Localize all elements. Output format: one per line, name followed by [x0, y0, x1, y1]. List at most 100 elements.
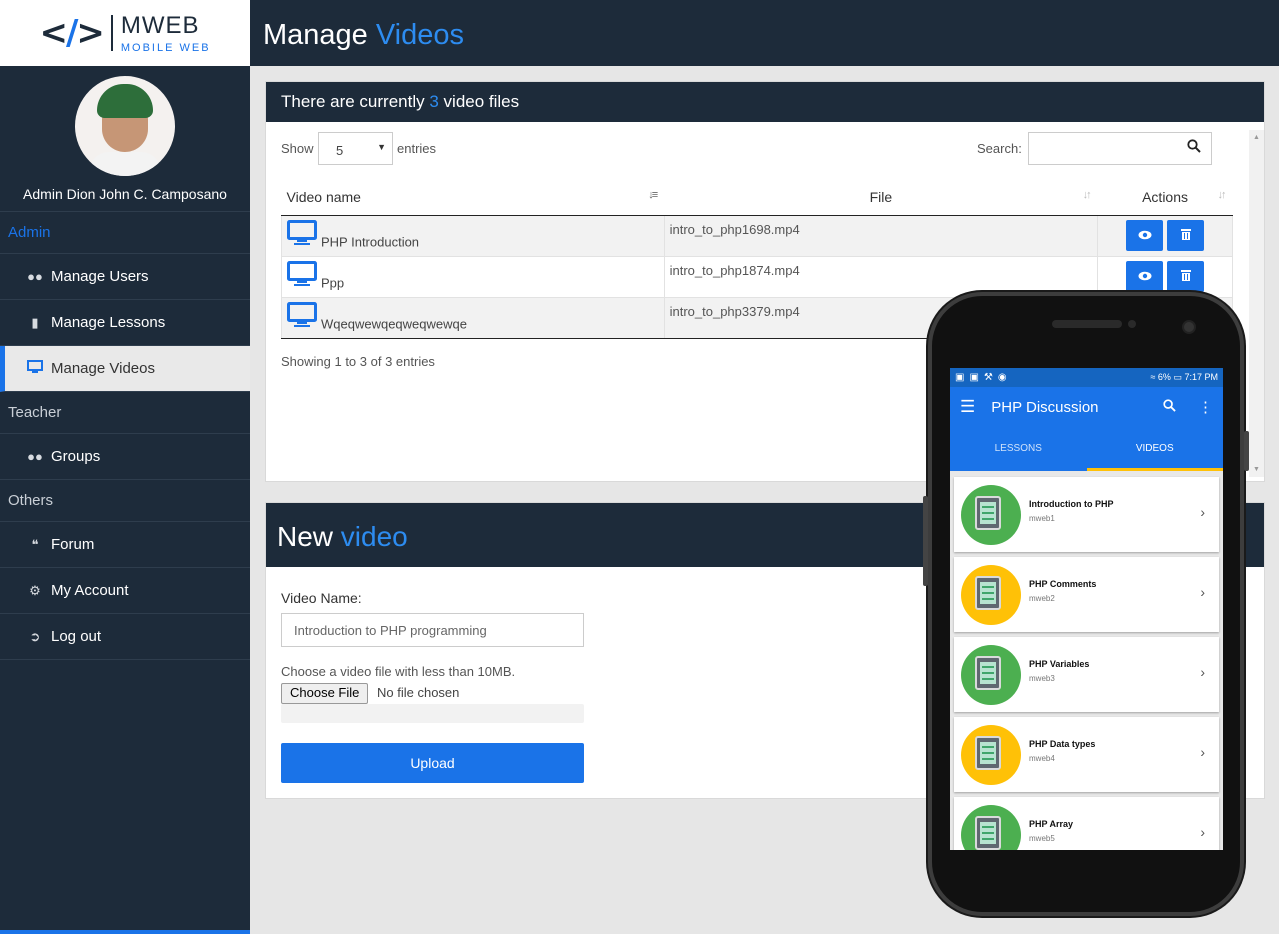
entries-value: 5 [336, 143, 344, 158]
upload-button[interactable]: Upload [281, 743, 584, 783]
tablet-icon [975, 656, 1001, 690]
sidebar-bottom-bar [0, 930, 250, 934]
item-title: PHP Array [1029, 819, 1074, 829]
video-name-label: Video Name: [281, 590, 362, 606]
status-right: ≈ 6% ▭ 7:17 PM [1150, 372, 1218, 383]
sort-icon[interactable]: ↓↑ [1083, 189, 1092, 201]
sidebar-item-manage-users[interactable]: ●● Manage Users [0, 254, 250, 300]
list-item[interactable]: PHP Data types mweb4 › [954, 717, 1219, 792]
phone-volume-button [923, 496, 928, 586]
column-header-actions[interactable]: Actions ↓↑ [1097, 179, 1233, 216]
column-header-video-name[interactable]: Video name ↓≡ [281, 179, 665, 216]
sort-icon[interactable]: ↓↑ [1218, 189, 1227, 201]
phone-screen: ▣ ▣ ⚒ ◉ ≈ 6% ▭ 7:17 PM ☰ PHP Discussion … [950, 368, 1223, 850]
delete-button[interactable] [1167, 260, 1205, 292]
trash-icon [1180, 269, 1191, 281]
brand-name: MWEB [120, 12, 200, 39]
comments-icon: ❝ [31, 536, 39, 552]
tablet-icon [975, 576, 1001, 610]
phone-power-button [1244, 431, 1249, 471]
video-name-input[interactable]: Introduction to PHP programming [281, 613, 584, 647]
sidebar-item-manage-lessons[interactable]: ▮ Manage Lessons [0, 300, 250, 346]
video-file-cell: intro_to_php1698.mp4 [663, 214, 1099, 257]
monitor-icon [287, 260, 317, 286]
profile: Admin Dion John C. Camposano [0, 66, 250, 212]
heading-prefix: New [277, 521, 341, 552]
column-header-file[interactable]: File ↓↑ [664, 179, 1098, 216]
item-title: Introduction to PHP [1029, 499, 1114, 509]
tablet-icon [975, 816, 1001, 850]
item-subtitle: mweb4 [1029, 754, 1055, 763]
cogs-icon: ⚙ [29, 582, 41, 598]
status-time: 7:17 PM [1184, 372, 1218, 382]
app-tabs: LESSONS VIDEOS [950, 427, 1223, 471]
sidebar-item-my-account[interactable]: ⚙ My Account [0, 568, 250, 614]
entries-label: entries [397, 141, 437, 156]
eye-icon [1138, 271, 1152, 280]
item-subtitle: mweb3 [1029, 674, 1055, 683]
sort-asc-icon[interactable]: ↓≡ [648, 189, 658, 201]
list-item[interactable]: PHP Variables mweb3 › [954, 637, 1219, 712]
no-file-label: No file chosen [377, 685, 460, 700]
scroll-up-icon[interactable]: ▲ [1253, 134, 1260, 141]
android-icon: ◉ [997, 372, 1007, 383]
item-subtitle: mweb1 [1029, 514, 1055, 523]
sidebar-item-label: My Account [51, 582, 129, 599]
search-input[interactable] [1028, 132, 1212, 165]
chevron-right-icon: › [1200, 504, 1205, 520]
section-admin: Admin [0, 212, 250, 254]
scroll-down-icon[interactable]: ▼ [1253, 466, 1260, 473]
admin-name: Admin Dion John C. Camposano [23, 186, 227, 202]
search-icon[interactable] [1163, 399, 1176, 415]
logo-text: MWEB MOBILE WEB [121, 12, 211, 54]
list-item[interactable]: PHP Array mweb5 › [954, 797, 1219, 850]
brand-tagline: MOBILE WEB [120, 42, 211, 54]
video-name: Ppp [321, 274, 345, 290]
logo-code-icon: </> [39, 13, 104, 53]
sidebar-item-label: Manage Videos [51, 360, 155, 377]
video-file-cell: intro_to_php1874.mp4 [663, 255, 1099, 298]
caret-down-icon: ▼ [377, 142, 386, 152]
list-item[interactable]: PHP Comments mweb2 › [954, 557, 1219, 632]
heading-prefix: There are currently [281, 92, 430, 111]
scrollbar[interactable]: ▲ ▼ [1249, 130, 1264, 477]
page-title: Manage Videos [263, 19, 464, 52]
users-icon: ●● [27, 449, 43, 464]
show-label: Show [281, 141, 314, 156]
chevron-right-icon: › [1200, 824, 1205, 840]
sidebar-item-groups[interactable]: ●● Groups [0, 434, 250, 480]
choose-file-button[interactable]: Choose File [281, 683, 369, 704]
logo[interactable]: </> MWEB MOBILE WEB [0, 0, 250, 66]
sidebar-item-log-out[interactable]: ➲ Log out [0, 614, 250, 660]
wifi-icon: ≈ [1150, 372, 1156, 382]
entries-select[interactable]: 5 ▼ [318, 132, 393, 165]
menu-icon[interactable]: ☰ [960, 397, 975, 417]
more-vert-icon[interactable]: ⋮ [1198, 398, 1213, 416]
view-button[interactable] [1126, 219, 1164, 251]
battery-icon: ▭ [1173, 372, 1182, 382]
delete-button[interactable] [1167, 219, 1205, 251]
table-row: PHP Introduction intro_to_php1698.mp4 [281, 214, 1233, 257]
section-others: Others [0, 480, 250, 522]
logo-divider [110, 15, 113, 51]
sidebar-item-forum[interactable]: ❝ Forum [0, 522, 250, 568]
item-title: PHP Data types [1029, 739, 1096, 749]
tab-videos[interactable]: VIDEOS [1086, 427, 1223, 471]
view-button[interactable] [1126, 260, 1164, 292]
sidebar-item-label: Manage Lessons [51, 314, 166, 331]
phone-speaker [1052, 320, 1122, 328]
avatar [75, 76, 175, 176]
notification-icons: ▣ ▣ ⚒ ◉ [955, 372, 1007, 383]
list-item[interactable]: Introduction to PHP mweb1 › [954, 477, 1219, 552]
top-bar: Manage Videos [250, 0, 1279, 66]
video-name-cell: Ppp [281, 255, 665, 298]
monitor-icon [287, 301, 317, 327]
column-header-label: File [869, 188, 893, 205]
monitor-icon [26, 360, 44, 377]
column-header-label: Actions [1142, 188, 1189, 205]
tab-lessons[interactable]: LESSONS [950, 427, 1087, 471]
table-info: Showing 1 to 3 of 3 entries [281, 354, 435, 369]
sign-out-icon: ➲ [29, 628, 41, 644]
phone-sensor [1128, 320, 1136, 328]
sidebar-item-manage-videos[interactable]: Manage Videos [0, 346, 250, 392]
